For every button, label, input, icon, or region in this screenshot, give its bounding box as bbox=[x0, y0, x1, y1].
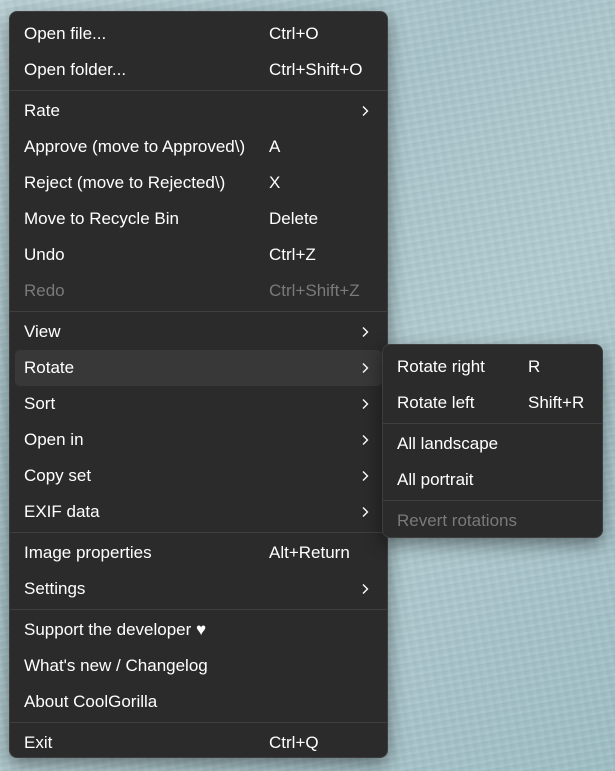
chevron-right-icon bbox=[358, 93, 372, 129]
menu-item-exit[interactable]: Exit Ctrl+Q bbox=[15, 725, 382, 761]
submenu-item-rotate-right[interactable]: Rotate right R bbox=[388, 349, 597, 385]
menu-item-label: All portrait bbox=[397, 470, 474, 489]
chevron-right-icon bbox=[358, 571, 372, 607]
submenu-item-all-portrait[interactable]: All portrait bbox=[388, 462, 597, 498]
menu-item-label: What's new / Changelog bbox=[24, 656, 208, 675]
menu-item-copy-set[interactable]: Copy set bbox=[15, 458, 382, 494]
menu-item-view[interactable]: View bbox=[15, 314, 382, 350]
menu-item-image-properties[interactable]: Image properties Alt+Return bbox=[15, 535, 382, 571]
menu-separator bbox=[10, 90, 387, 91]
menu-separator bbox=[10, 532, 387, 533]
menu-item-approve[interactable]: Approve (move to Approved\) A bbox=[15, 129, 382, 165]
menu-item-open-folder[interactable]: Open folder... Ctrl+Shift+O bbox=[15, 52, 382, 88]
chevron-right-icon bbox=[358, 422, 372, 458]
submenu-item-all-landscape[interactable]: All landscape bbox=[388, 426, 597, 462]
menu-item-open-file[interactable]: Open file... Ctrl+O bbox=[15, 16, 382, 52]
menu-item-shortcut: Shift+R bbox=[528, 393, 585, 412]
menu-item-label: Rate bbox=[24, 101, 60, 120]
menu-item-redo: Redo Ctrl+Shift+Z bbox=[15, 273, 382, 309]
menu-item-shortcut: Ctrl+Q bbox=[269, 733, 319, 752]
menu-item-label: About CoolGorilla bbox=[24, 692, 158, 711]
chevron-right-icon bbox=[358, 314, 372, 350]
menu-item-shortcut: Ctrl+Shift+Z bbox=[269, 281, 360, 300]
menu-item-label: Settings bbox=[24, 579, 86, 598]
menu-item-label: Rotate left bbox=[397, 393, 475, 412]
menu-item-shortcut: Ctrl+Z bbox=[269, 245, 316, 264]
chevron-right-icon bbox=[358, 458, 372, 494]
menu-item-move-to-recycle-bin[interactable]: Move to Recycle Bin Delete bbox=[15, 201, 382, 237]
menu-separator bbox=[10, 311, 387, 312]
rotate-submenu: Rotate right R Rotate left Shift+R All l… bbox=[382, 344, 603, 538]
menu-item-shortcut: Alt+Return bbox=[269, 543, 350, 562]
menu-item-label: Copy set bbox=[24, 466, 92, 485]
menu-item-rate[interactable]: Rate bbox=[15, 93, 382, 129]
context-menu: Open file... Ctrl+O Open folder... Ctrl+… bbox=[9, 11, 388, 758]
menu-item-label: Reject (move to Rejected\) bbox=[24, 173, 226, 192]
menu-item-shortcut: Ctrl+O bbox=[269, 24, 319, 43]
menu-item-label: Rotate right bbox=[397, 357, 485, 376]
menu-item-shortcut: Delete bbox=[269, 209, 319, 228]
menu-item-about[interactable]: About CoolGorilla bbox=[15, 684, 382, 720]
menu-item-label: Support the developer ♥ bbox=[24, 620, 207, 639]
menu-item-label: Revert rotations bbox=[397, 511, 517, 530]
menu-item-label: EXIF data bbox=[24, 502, 100, 521]
submenu-item-rotate-left[interactable]: Rotate left Shift+R bbox=[388, 385, 597, 421]
menu-item-label: Redo bbox=[24, 281, 65, 300]
menu-separator bbox=[10, 722, 387, 723]
menu-item-label: View bbox=[24, 322, 61, 341]
chevron-right-icon bbox=[358, 350, 372, 386]
menu-item-undo[interactable]: Undo Ctrl+Z bbox=[15, 237, 382, 273]
menu-separator bbox=[10, 609, 387, 610]
menu-item-sort[interactable]: Sort bbox=[15, 386, 382, 422]
menu-item-label: Undo bbox=[24, 245, 65, 264]
menu-item-label: Open in bbox=[24, 430, 84, 449]
chevron-right-icon bbox=[358, 494, 372, 530]
menu-item-support-developer[interactable]: Support the developer ♥ bbox=[15, 612, 382, 648]
submenu-item-revert-rotations: Revert rotations bbox=[388, 503, 597, 539]
menu-item-label: Open folder... bbox=[24, 60, 127, 79]
menu-item-shortcut: X bbox=[269, 173, 281, 192]
menu-item-shortcut: A bbox=[269, 137, 281, 156]
menu-item-label: Move to Recycle Bin bbox=[24, 209, 179, 228]
menu-item-label: Exit bbox=[24, 733, 53, 752]
menu-item-label: Sort bbox=[24, 394, 56, 413]
menu-item-open-in[interactable]: Open in bbox=[15, 422, 382, 458]
menu-item-shortcut: Ctrl+Shift+O bbox=[269, 60, 363, 79]
menu-item-label: Approve (move to Approved\) bbox=[24, 137, 246, 156]
menu-item-label: Open file... bbox=[24, 24, 107, 43]
menu-separator bbox=[383, 500, 602, 501]
menu-item-label: All landscape bbox=[397, 434, 499, 453]
menu-item-settings[interactable]: Settings bbox=[15, 571, 382, 607]
menu-item-shortcut: R bbox=[528, 357, 541, 376]
menu-separator bbox=[383, 423, 602, 424]
chevron-right-icon bbox=[358, 386, 372, 422]
menu-item-reject[interactable]: Reject (move to Rejected\) X bbox=[15, 165, 382, 201]
menu-item-exif-data[interactable]: EXIF data bbox=[15, 494, 382, 530]
menu-item-whats-new[interactable]: What's new / Changelog bbox=[15, 648, 382, 684]
menu-item-label: Image properties bbox=[24, 543, 152, 562]
menu-item-label: Rotate bbox=[24, 358, 75, 377]
menu-item-rotate[interactable]: Rotate bbox=[15, 350, 382, 386]
